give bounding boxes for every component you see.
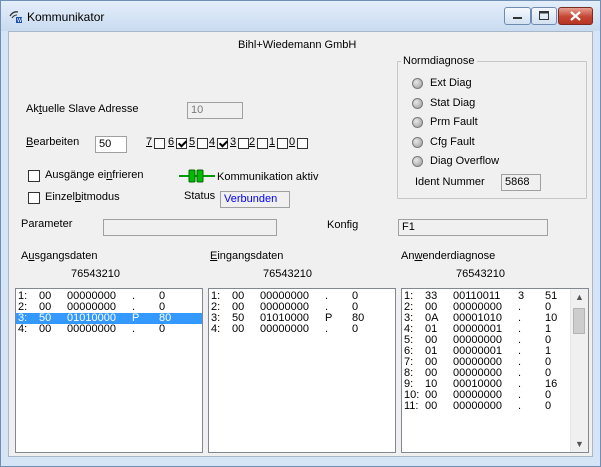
title-bar[interactable]: W Kommunikator (1, 1, 600, 31)
list-cell: 00 (232, 323, 245, 335)
diag-led-icon (412, 156, 423, 167)
bit-4-checkbox[interactable] (217, 138, 228, 149)
list-cell: 4: (211, 323, 221, 335)
close-button[interactable] (558, 7, 593, 25)
list-cell: 0 (352, 323, 359, 335)
scroll-up-icon[interactable]: ▲ (571, 292, 588, 302)
minimize-icon (513, 17, 522, 19)
scroll-down-icon[interactable]: ▼ (571, 439, 588, 449)
ident-number-field: 5868 (501, 174, 541, 191)
diag-led-icon (412, 78, 423, 89)
maximize-button[interactable] (531, 7, 557, 25)
list-cell: 00 (425, 400, 438, 412)
list-cell: 0 (159, 323, 166, 335)
list-cell: 11: (404, 400, 419, 412)
list-cell: 00 (39, 323, 52, 335)
bit-3-label: 3 (230, 136, 237, 148)
bit-5-checkbox[interactable] (197, 138, 208, 149)
normdiag-item-label: Cfg Fault (430, 135, 475, 148)
bit-0-checkbox[interactable] (297, 138, 308, 149)
list-cell: 0 (545, 400, 552, 412)
user-diag-scrollbar[interactable]: ▲ ▼ (570, 289, 588, 452)
bit-3-checkbox[interactable] (238, 138, 249, 149)
communication-icon (179, 169, 215, 183)
diag-led-icon (412, 117, 423, 128)
konfig-label: Konfig (327, 219, 359, 231)
edit-label: Bearbeiten (26, 136, 80, 148)
company-name: Bihl+Wiedemann GmbH (238, 39, 357, 51)
minimize-button[interactable] (504, 7, 531, 25)
bit-7-label: 7 (146, 136, 153, 148)
input-bits-header: 76543210 (263, 268, 312, 280)
freeze-outputs-checkbox[interactable] (28, 170, 40, 182)
normdiag-item-label: Prm Fault (430, 116, 478, 128)
bit-6-checkbox[interactable] (176, 138, 187, 149)
list-cell: 00000000 (67, 323, 116, 335)
slave-address-field[interactable]: 10 (187, 102, 243, 119)
parameter-field[interactable] (103, 219, 277, 236)
diag-led-icon (412, 136, 423, 148)
single-bit-mode-label: Einzelbitmodus (45, 191, 120, 203)
svg-text:W: W (17, 18, 22, 24)
status-label: Status (184, 190, 216, 202)
kommunikator-window: W Kommunikator Bihl+Wiedemann GmbH Normd… (0, 0, 601, 467)
slave-address-label: Aktuelle Slave Adresse (26, 103, 139, 115)
list-row[interactable]: 4: 00 00000000. 0 (16, 324, 202, 335)
bit-1-label: 1 (269, 136, 276, 148)
scroll-thumb[interactable] (573, 308, 585, 334)
bit-5-label: 5 (189, 136, 196, 148)
normdiagnose-title: Normdiagnose (401, 55, 477, 67)
list-cell: . (325, 323, 329, 335)
user-diag-list[interactable]: 1: 33 00110011 3 51 2: 00 00000000. 0 3: 0A 0000101… (401, 288, 589, 453)
diag-led-icon (412, 97, 423, 109)
list-cell: . (132, 323, 136, 335)
input-data-list[interactable]: 1: 00 00000000. 0 2: 00 00000000. 0 3: 50 01010000… (208, 288, 396, 453)
output-data-list[interactable]: 1: 00 00000000. 0 2: 00 00000000. 0 3: 50 01010000… (15, 288, 203, 453)
output-bits-header: 76543210 (71, 268, 120, 280)
normdiag-item-label: Ext Diag (430, 77, 472, 89)
app-icon: W (9, 11, 22, 24)
output-data-title: Ausgangsdaten (21, 250, 98, 262)
single-bit-mode-checkbox[interactable] (28, 192, 40, 204)
normdiag-item-label: Stat Diag (430, 96, 476, 109)
window-title: Kommunikator (27, 10, 105, 24)
status-field: Verbunden (220, 191, 290, 208)
list-cell: . (518, 400, 522, 412)
bit-2-label: 2 (249, 136, 256, 148)
list-row[interactable]: 11: 00 00000000. 0 (402, 401, 588, 412)
bit-0-label: 0 (289, 136, 296, 148)
user-diag-title: Anwenderdiagnose (401, 250, 496, 262)
input-data-title: Eingangsdaten (210, 250, 284, 262)
bit-4-label: 4 (209, 136, 216, 148)
maximize-icon (539, 11, 549, 20)
list-cell: 00000000 (453, 400, 502, 412)
list-cell: 4: (18, 323, 28, 335)
bit-7-checkbox[interactable] (154, 138, 165, 149)
communication-label: Kommunikation aktiv (217, 171, 319, 183)
list-row[interactable]: 4: 00 00000000. 0 (209, 324, 395, 335)
user-diag-bits-header: 76543210 (456, 268, 505, 280)
konfig-field[interactable]: F1 (398, 219, 548, 236)
ident-label: Ident Nummer (415, 176, 485, 188)
parameter-label: Parameter (21, 218, 73, 230)
edit-value-input[interactable]: 50 (95, 136, 127, 153)
normdiag-item-label: Diag Overflow (430, 155, 500, 167)
bit-6-label: 6 (168, 136, 175, 148)
bit-1-checkbox[interactable] (277, 138, 288, 149)
client-area: Bihl+Wiedemann GmbH Normdiagnose Ext Dia… (8, 31, 593, 457)
freeze-outputs-label: Ausgänge einfrieren (45, 169, 144, 181)
close-icon (570, 11, 581, 21)
bit-2-checkbox[interactable] (257, 138, 268, 149)
list-cell: 00000000 (260, 323, 309, 335)
